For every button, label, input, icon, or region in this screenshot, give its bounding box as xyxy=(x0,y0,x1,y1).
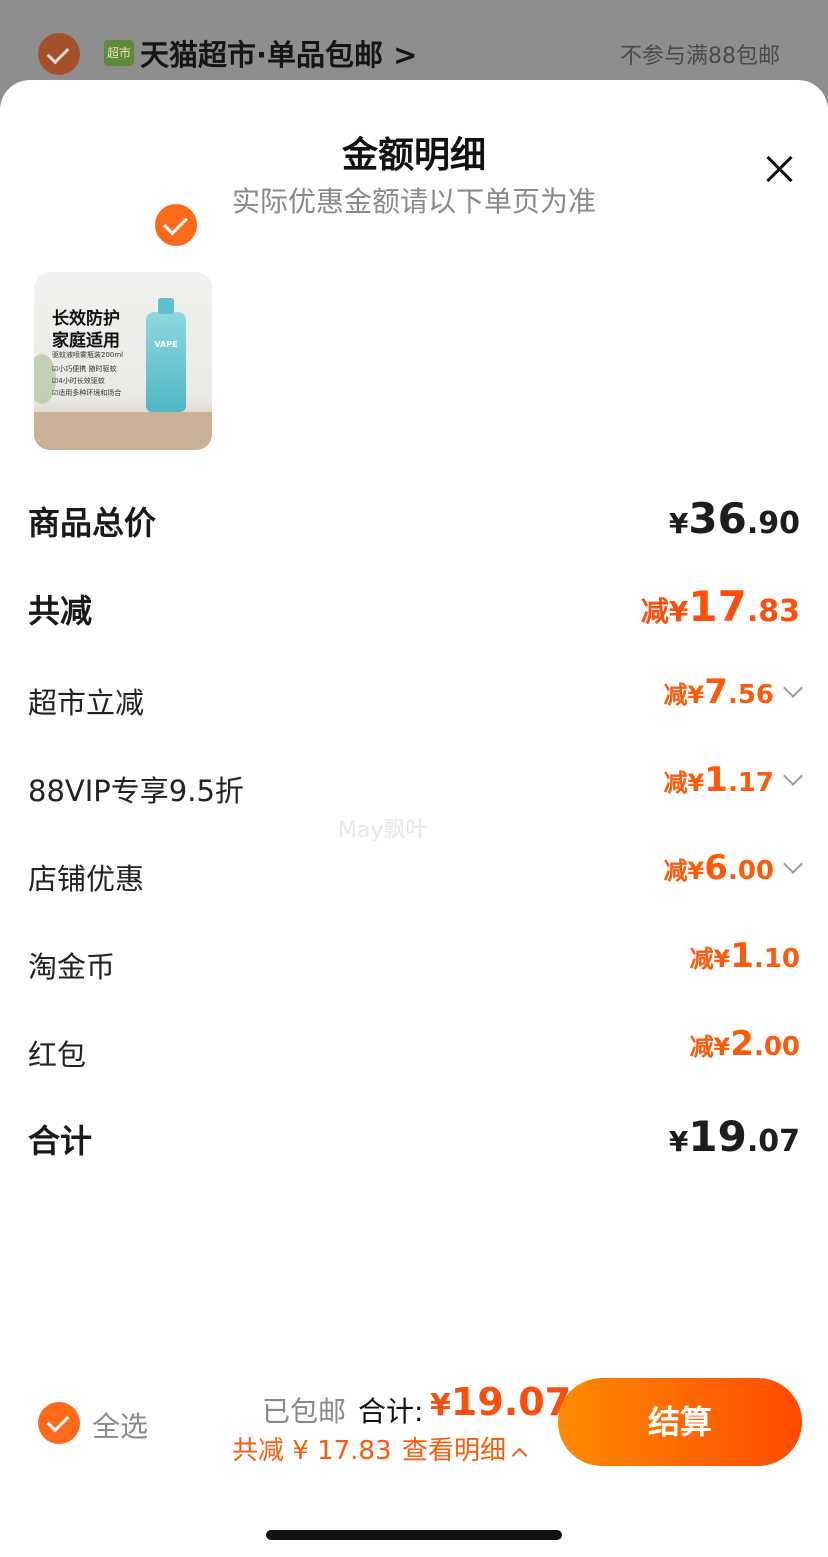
amount-decimal: .00 xyxy=(727,856,774,886)
subtotal-label: 商品总价 xyxy=(28,504,157,542)
discount-prefix: 减¥ xyxy=(689,945,731,973)
amount-integer: 2 xyxy=(730,1024,754,1064)
currency-symbol: ¥ xyxy=(430,1388,451,1423)
chevron-down-icon[interactable] xyxy=(783,678,803,698)
spray-bottle-image: VAPE xyxy=(146,298,186,412)
discount-row-88vip[interactable]: 88VIP专享9.5折 减¥1.17 xyxy=(28,760,803,810)
discount-amount: 减¥6.00 xyxy=(663,848,803,888)
view-details-link[interactable]: 查看明细 xyxy=(402,1430,528,1467)
discount-prefix: 减¥ xyxy=(689,1033,731,1061)
product-thumbnail[interactable]: 长效防护 家庭适用 驱蚊液喷雾瓶装200ml ☑小巧便携 随时驱蚊 ☑4小时长效… xyxy=(34,272,212,450)
currency-symbol: ¥ xyxy=(668,507,689,540)
view-details-label: 查看明细 xyxy=(402,1436,507,1466)
grand-total-amount: ¥19.07 xyxy=(669,1112,800,1161)
thumbnail-text-line2: 家庭适用 xyxy=(52,331,120,351)
discount-amount: 减¥1.10 xyxy=(690,936,800,976)
currency-symbol: ¥ xyxy=(668,1125,689,1158)
sheet-title: 金额明细 xyxy=(341,135,486,176)
thumbnail-feature-line: ☑适用多种环境和场合 xyxy=(52,389,122,397)
discount-label: 淘金币 xyxy=(28,950,116,984)
discount-prefix: 减¥ xyxy=(663,857,705,885)
home-indicator[interactable] xyxy=(266,1530,562,1540)
amount-integer: 19 xyxy=(688,1112,747,1161)
discount-label: 88VIP专享9.5折 xyxy=(28,774,244,808)
sheet-subtitle: 实际优惠金额请以下单页为准 xyxy=(231,185,596,218)
amount-decimal: .83 xyxy=(746,594,800,629)
thumbnail-feature-line: ☑小巧便携 随时驱蚊 xyxy=(52,365,117,373)
amount-integer: 1 xyxy=(704,760,728,800)
amount-detail-sheet: 金额明细 实际优惠金额请以下单页为准 长效防护 家庭适用 驱蚊液喷雾瓶装200m… xyxy=(0,80,828,1557)
discount-label: 超市立减 xyxy=(28,686,145,720)
store-name-link[interactable]: 天猫超市·单品包邮 > xyxy=(140,32,417,74)
discount-row-store[interactable]: 店铺优惠 减¥6.00 xyxy=(28,848,803,898)
discount-amount: 减¥2.00 xyxy=(690,1024,800,1064)
checkout-total-label: 合计: xyxy=(358,1395,424,1428)
select-all-checkbox[interactable] xyxy=(38,1402,80,1444)
watermark: May飘叶 xyxy=(338,818,428,843)
saving-summary: 共减 ¥ 17.83 xyxy=(232,1436,392,1466)
shipping-note: 不参与满88包邮 xyxy=(620,44,780,69)
amount-integer: 17 xyxy=(688,582,747,631)
grand-total-label: 合计 xyxy=(28,1122,93,1160)
table-surface xyxy=(34,412,212,450)
product-selected-checkbox[interactable] xyxy=(152,201,200,249)
amount-decimal: .07 xyxy=(746,1124,800,1159)
chevron-up-icon xyxy=(511,1447,528,1464)
amount-integer: 1 xyxy=(730,936,754,976)
total-discount-amount: 减¥17.83 xyxy=(641,582,800,631)
discount-prefix: 减¥ xyxy=(640,595,689,628)
discount-row-supermarket[interactable]: 超市立减 减¥7.56 xyxy=(28,672,803,722)
discount-prefix: 减¥ xyxy=(663,681,705,709)
subtotal-amount: ¥36.90 xyxy=(669,494,800,543)
select-all-label[interactable]: 全选 xyxy=(92,1405,148,1445)
discount-row-coins: 淘金币 减¥1.10 xyxy=(28,936,800,986)
checkout-button[interactable]: 结算 xyxy=(558,1378,802,1466)
free-shipping-label: 已包邮 xyxy=(262,1395,347,1428)
discount-amount: 减¥7.56 xyxy=(663,672,803,712)
discount-prefix: 减¥ xyxy=(663,769,705,797)
amount-decimal: .56 xyxy=(727,680,774,710)
total-value: 19.07 xyxy=(450,1380,572,1424)
close-icon[interactable] xyxy=(760,150,798,188)
amount-integer: 7 xyxy=(704,672,728,712)
discount-amount: 减¥1.17 xyxy=(663,760,803,800)
grand-total-row: 合计 ¥19.07 xyxy=(28,1112,800,1162)
amount-integer: 6 xyxy=(704,848,728,888)
amount-decimal: .10 xyxy=(753,944,800,974)
chevron-down-icon[interactable] xyxy=(783,854,803,874)
amount-integer: 36 xyxy=(688,494,747,543)
amount-decimal: .17 xyxy=(727,768,774,798)
chevron-down-icon[interactable] xyxy=(783,766,803,786)
discount-label: 红包 xyxy=(28,1038,87,1072)
amount-decimal: .90 xyxy=(746,506,800,541)
amount-decimal: .00 xyxy=(753,1032,800,1062)
tmall-supermarket-logo: 超市 xyxy=(104,40,134,66)
bottle-label: VAPE xyxy=(154,340,178,349)
subtotal-row: 商品总价 ¥36.90 xyxy=(28,494,800,544)
discount-label: 店铺优惠 xyxy=(28,862,145,896)
thumbnail-feature-line: 驱蚊液喷雾瓶装200ml xyxy=(52,351,124,359)
total-discount-label: 共减 xyxy=(28,592,93,630)
store-select-checkbox[interactable] xyxy=(38,33,80,75)
total-discount-row: 共减 减¥17.83 xyxy=(28,582,800,632)
checkout-total-amount: ¥19.07 xyxy=(430,1380,571,1424)
thumbnail-feature-line: ☑4小时长效驱蚊 xyxy=(52,377,105,385)
discount-row-red-packet: 红包 减¥2.00 xyxy=(28,1024,800,1074)
